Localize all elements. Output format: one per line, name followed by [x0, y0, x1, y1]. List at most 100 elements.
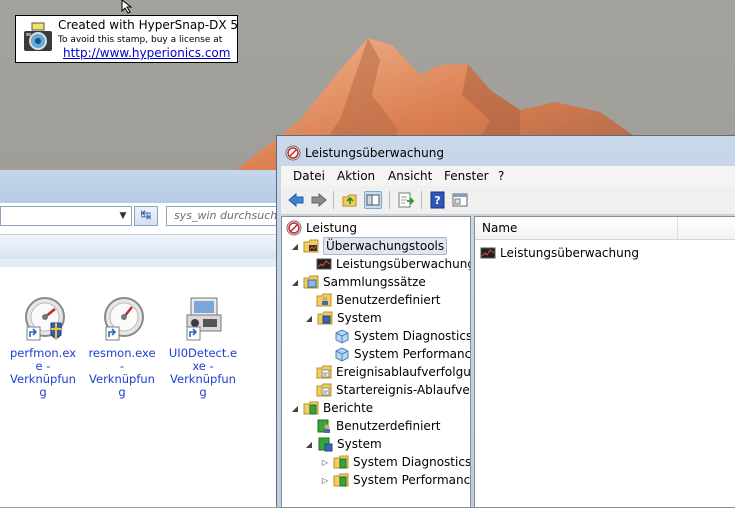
tree-item-system-performance[interactable]: System Performance: [334, 345, 471, 363]
collapse-arrow-icon[interactable]: ◢: [290, 242, 300, 251]
tree-label: Leistungsüberwachung: [336, 257, 471, 271]
stamp-title: Created with HyperSnap-DX 5: [58, 18, 239, 32]
performance-chart-icon: [480, 247, 496, 259]
expand-arrow-icon[interactable]: ▷: [320, 476, 330, 485]
column-divider[interactable]: [677, 217, 678, 239]
navigation-tree: Leistung ◢ Überwachungstools Leistungsüb…: [281, 216, 471, 508]
file-perfmon-shortcut[interactable]: perfmon.ex e - Verknüpfun g: [8, 295, 78, 399]
menu-datei[interactable]: Datei: [293, 169, 325, 183]
tree-label: System: [337, 437, 382, 451]
list-column-header: Name: [475, 217, 735, 240]
file-resmon-shortcut[interactable]: resmon.exe - Verknüpfun g: [87, 295, 157, 399]
explorer-window: ▼ ↹ sys_win durchsuchen perfmon.ex e - V…: [0, 170, 290, 507]
toolbar: ?: [281, 186, 735, 215]
console-icon[interactable]: [451, 191, 469, 209]
refresh-button[interactable]: ↹: [134, 206, 158, 226]
collapse-arrow-icon[interactable]: ◢: [290, 404, 300, 413]
tree-item-report-system-performance[interactable]: ▷ System Performance: [320, 471, 471, 489]
reports-folder-icon: [303, 401, 319, 415]
command-bar: [0, 234, 290, 260]
forward-arrow-icon[interactable]: [310, 191, 328, 209]
event-trace-folder-icon: [316, 365, 332, 379]
export-list-icon[interactable]: [397, 191, 415, 209]
tree-label: Überwachungstools: [323, 237, 448, 255]
toolbar-separator: [421, 191, 422, 209]
column-name-header[interactable]: Name: [482, 221, 517, 235]
collector-set-icon: [335, 347, 349, 362]
collapse-arrow-icon[interactable]: ◢: [304, 314, 314, 323]
performance-chart-icon: [316, 258, 332, 270]
toolbar-separator: [333, 191, 334, 209]
toolbar-separator: [389, 191, 390, 209]
tree-item-berichte-system[interactable]: ◢ System: [304, 435, 382, 453]
tree-item-startereignis[interactable]: Startereignis-Ablaufverfolgungssitzungen: [316, 381, 470, 399]
ui0detect-icon: [186, 297, 222, 341]
menu-ansicht[interactable]: Ansicht: [388, 169, 432, 183]
tree-label: Sammlungssätze: [323, 275, 426, 289]
perfmon-root-icon: [286, 220, 302, 236]
tools-folder-icon: [303, 239, 319, 253]
tree-item-berichte[interactable]: ◢ Berichte: [290, 399, 373, 417]
collector-set-icon: [335, 329, 349, 344]
list-item[interactable]: Leistungsüberwachung: [480, 244, 639, 262]
tree-label: Leistung: [306, 221, 357, 235]
tree-item-berichte-benutzerdefiniert[interactable]: Benutzerdefiniert: [316, 417, 440, 435]
startup-trace-folder-icon: [316, 383, 332, 397]
data-collector-sets-icon: [303, 275, 319, 289]
column-header-bar: [0, 259, 290, 267]
stamp-url-link[interactable]: http://www.hyperionics.com: [63, 46, 230, 60]
tree-label: Benutzerdefiniert: [336, 293, 441, 307]
tree-label: System Diagnostics: [354, 329, 471, 343]
back-arrow-icon[interactable]: [287, 191, 305, 209]
tree-label: System Performance: [353, 473, 471, 487]
show-hide-tree-button[interactable]: [364, 191, 382, 209]
svg-text:?: ?: [434, 194, 440, 207]
refresh-icon: ↹: [140, 208, 152, 223]
tree-item-ueberwachungstools[interactable]: ◢ Überwachungstools: [290, 237, 448, 255]
system-folder-icon: [317, 311, 333, 325]
perfmon-gauge-icon: [25, 297, 65, 341]
perfmon-app-icon: [285, 145, 301, 161]
user-reports-icon: [317, 419, 330, 433]
content-list: Name Leistungsüberwachung: [474, 216, 735, 508]
tree-item-sammlungssaetze[interactable]: ◢ Sammlungssätze: [290, 273, 426, 291]
menu-help[interactable]: ?: [498, 169, 504, 183]
tree-label: Berichte: [323, 401, 374, 415]
tree-item-ereignisablaufverfolgung[interactable]: Ereignisablaufverfolgungssitzungen: [316, 363, 471, 381]
report-folder-icon: [333, 473, 349, 487]
tree-label: Startereignis-Ablaufverfolgungssitzungen: [336, 383, 470, 397]
collapse-arrow-icon[interactable]: ◢: [304, 440, 314, 449]
tree-item-system[interactable]: ◢ System: [304, 309, 382, 327]
address-dropdown-icon[interactable]: ▼: [117, 210, 129, 222]
window-title: Leistungsüberwachung: [305, 146, 444, 160]
file-label-line: g: [39, 385, 47, 399]
search-input[interactable]: sys_win durchsuchen: [166, 206, 290, 226]
tree-item-report-system-diagnostics[interactable]: ▷ System Diagnostics: [320, 453, 471, 471]
tree-label: System Diagnostics: [353, 455, 471, 469]
resmon-gauge-icon: [104, 297, 144, 341]
file-label-line: g: [199, 385, 207, 399]
address-bar[interactable]: [0, 206, 132, 226]
help-icon[interactable]: ?: [429, 191, 447, 209]
tree-item-leistung[interactable]: Leistung: [286, 219, 357, 237]
tree-item-system-diagnostics[interactable]: System Diagnostics: [334, 327, 471, 345]
menu-aktion[interactable]: Aktion: [337, 169, 375, 183]
tree-label: System: [337, 311, 382, 325]
tree-label: Ereignisablaufverfolgungssitzungen: [336, 365, 471, 379]
collapse-arrow-icon[interactable]: ◢: [290, 278, 300, 287]
mouse-cursor-icon: [121, 0, 133, 14]
stamp-subtitle: To avoid this stamp, buy a license at: [58, 35, 223, 45]
report-folder-icon: [333, 455, 349, 469]
tree-item-benutzerdefiniert[interactable]: Benutzerdefiniert: [316, 291, 440, 309]
tree-label: System Performance: [354, 347, 471, 361]
file-label-line: g: [118, 385, 126, 399]
tree-label: Benutzerdefiniert: [336, 419, 441, 433]
expand-arrow-icon[interactable]: ▷: [320, 458, 330, 467]
explorer-title-area: [0, 170, 290, 203]
up-folder-icon[interactable]: [341, 191, 359, 209]
file-ui0detect-shortcut[interactable]: UI0Detect.e xe - Verknüpfun g: [168, 295, 238, 399]
window-titlebar[interactable]: Leistungsüberwachung: [277, 136, 735, 166]
camera-icon: [24, 22, 52, 51]
tree-item-leistungsueberwachung[interactable]: Leistungsüberwachung: [316, 255, 471, 273]
menu-fenster[interactable]: Fenster: [444, 169, 489, 183]
